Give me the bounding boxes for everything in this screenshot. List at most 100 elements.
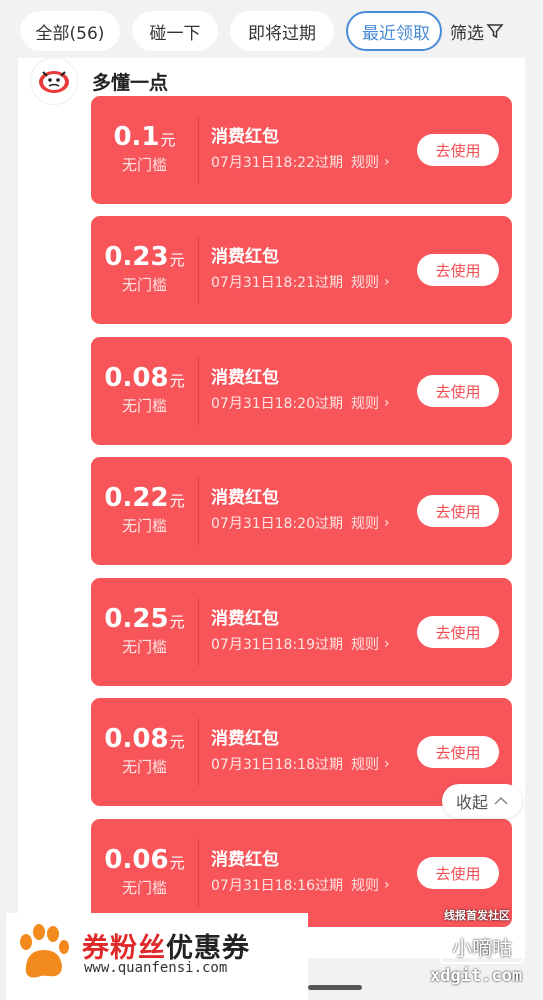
- coupon-expiry: 07月31日18:20过期: [211, 396, 343, 412]
- coupon-amount: 0.08: [104, 724, 169, 754]
- tab-tap[interactable]: 碰一下: [132, 11, 218, 51]
- coupon-card[interactable]: 0.08元 无门槛 消费红包 07月31日18:20过期 规则 › 去使用: [91, 337, 512, 445]
- coupon-amount: 0.25: [104, 604, 169, 634]
- forum-tagline: 线报首发社区: [444, 909, 510, 922]
- coupon-unit: 元: [169, 251, 185, 269]
- coupon-rule-link[interactable]: 规则: [351, 754, 379, 774]
- paw-logo-icon: [20, 924, 69, 978]
- coupon-title: 消费红包: [211, 247, 279, 267]
- coupon-condition: 无门槛: [121, 397, 167, 415]
- coupon-card[interactable]: 0.1元 无门槛 消费红包 07月31日18:22过期 规则 › 去使用: [91, 96, 512, 204]
- coupon-amount-block: 0.22元 无门槛: [91, 483, 198, 536]
- forum-logo: 小嘀咕: [440, 928, 524, 964]
- chevron-right-icon: ›: [383, 636, 390, 652]
- coupon-condition: 无门槛: [121, 517, 167, 535]
- coupon-card[interactable]: 0.25元 无门槛 消费红包 07月31日18:19过期 规则 › 去使用: [91, 578, 512, 686]
- coupon-unit: 元: [169, 613, 185, 631]
- chevron-right-icon: ›: [383, 395, 390, 411]
- coupon-card[interactable]: 0.22元 无门槛 消费红包 07月31日18:20过期 规则 › 去使用: [91, 457, 512, 565]
- coupon-title: 消费红包: [211, 488, 279, 508]
- coupon-card[interactable]: 0.23元 无门槛 消费红包 07月31日18:21过期 规则 › 去使用: [91, 216, 512, 324]
- coupon-amount: 0.23: [104, 242, 169, 272]
- coupon-amount-block: 0.23元 无门槛: [91, 242, 198, 295]
- coupon-condition: 无门槛: [121, 638, 167, 656]
- coupon-divider: [198, 598, 199, 666]
- collapse-label: 收起: [455, 793, 488, 812]
- coupon-amount: 0.22: [104, 483, 169, 513]
- chevron-up-icon: [494, 796, 508, 805]
- coupon-condition: 无门槛: [121, 156, 167, 174]
- shop-avatar: [30, 57, 78, 105]
- coupon-amount-block: 0.25元 无门槛: [91, 604, 198, 657]
- collapse-button[interactable]: 收起: [442, 784, 522, 818]
- use-coupon-button[interactable]: 去使用: [417, 375, 499, 407]
- coupon-title: 消费红包: [211, 368, 279, 388]
- use-coupon-button[interactable]: 去使用: [417, 495, 499, 527]
- coupon-divider: [198, 357, 199, 425]
- coupon-amount: 0.08: [104, 363, 169, 393]
- use-coupon-button[interactable]: 去使用: [417, 857, 499, 889]
- coupon-rule-link[interactable]: 规则: [351, 875, 379, 895]
- coupon-meta: 07月31日18:18过期 规则 ›: [211, 754, 390, 774]
- tab-recent[interactable]: 最近领取: [346, 11, 442, 51]
- home-indicator: [308, 985, 362, 990]
- coupon-title: 消费红包: [211, 127, 279, 147]
- tab-expiring[interactable]: 即将过期: [230, 11, 334, 51]
- coupon-amount-block: 0.1元 无门槛: [91, 122, 198, 175]
- coupon-divider: [198, 236, 199, 304]
- coupon-condition: 无门槛: [121, 879, 167, 897]
- coupon-rule-link[interactable]: 规则: [351, 272, 379, 292]
- use-coupon-button[interactable]: 去使用: [417, 134, 499, 166]
- coupon-unit: 元: [169, 372, 185, 390]
- coupon-unit: 元: [169, 733, 185, 751]
- coupon-unit: 元: [160, 131, 176, 149]
- coupon-expiry: 07月31日18:20过期: [211, 516, 343, 532]
- coupon-meta: 07月31日18:20过期 规则 ›: [211, 513, 390, 533]
- coupon-title: 消费红包: [211, 609, 279, 629]
- coupon-amount: 0.06: [104, 845, 169, 875]
- coupon-title: 消费红包: [211, 729, 279, 749]
- coupon-divider: [198, 116, 199, 184]
- coupon-expiry: 07月31日18:22过期: [211, 155, 343, 171]
- coupon-meta: 07月31日18:21过期 规则 ›: [211, 272, 390, 292]
- filter-button[interactable]: 筛选: [450, 11, 504, 51]
- coupon-condition: 无门槛: [121, 276, 167, 294]
- chevron-right-icon: ›: [383, 756, 390, 772]
- coupon-amount-block: 0.08元 无门槛: [91, 724, 198, 777]
- coupon-amount-block: 0.06元 无门槛: [91, 845, 198, 898]
- use-coupon-button[interactable]: 去使用: [417, 616, 499, 648]
- coupon-expiry: 07月31日18:16过期: [211, 878, 343, 894]
- coupon-rule-link[interactable]: 规则: [351, 393, 379, 413]
- coupon-title: 消费红包: [211, 850, 279, 870]
- coupon-amount: 0.1: [113, 122, 160, 152]
- use-coupon-button[interactable]: 去使用: [417, 736, 499, 768]
- coupon-divider: [198, 718, 199, 786]
- coupon-rule-link[interactable]: 规则: [351, 634, 379, 654]
- coupon-meta: 07月31日18:19过期 规则 ›: [211, 634, 390, 654]
- coupon-rule-link[interactable]: 规则: [351, 513, 379, 533]
- chevron-right-icon: ›: [383, 274, 390, 290]
- forum-url: xdgit.com: [430, 966, 523, 986]
- coupon-divider: [198, 839, 199, 907]
- coupon-unit: 元: [169, 854, 185, 872]
- use-coupon-button[interactable]: 去使用: [417, 254, 499, 286]
- coupon-expiry: 07月31日18:19过期: [211, 637, 343, 653]
- tab-all[interactable]: 全部(56): [20, 11, 120, 51]
- coupon-divider: [198, 477, 199, 545]
- watermark-url: www.quanfensi.com: [84, 960, 228, 976]
- coupon-amount-block: 0.08元 无门槛: [91, 363, 198, 416]
- chevron-right-icon: ›: [383, 154, 390, 170]
- filter-tabs: 全部(56) 碰一下 即将过期 最近领取 筛选: [0, 0, 543, 62]
- chevron-right-icon: ›: [383, 877, 390, 893]
- coupon-expiry: 07月31日18:21过期: [211, 275, 343, 291]
- chevron-right-icon: ›: [383, 515, 390, 531]
- shop-name: 多懂一点: [92, 71, 169, 94]
- coupon-rule-link[interactable]: 规则: [351, 152, 379, 172]
- filter-label: 筛选: [450, 23, 484, 44]
- filter-funnel-icon: [486, 24, 504, 39]
- coupon-meta: 07月31日18:16过期 规则 ›: [211, 875, 390, 895]
- shop-logo-icon: [39, 71, 69, 93]
- coupon-meta: 07月31日18:22过期 规则 ›: [211, 152, 390, 172]
- coupon-condition: 无门槛: [121, 758, 167, 776]
- coupon-unit: 元: [169, 492, 185, 510]
